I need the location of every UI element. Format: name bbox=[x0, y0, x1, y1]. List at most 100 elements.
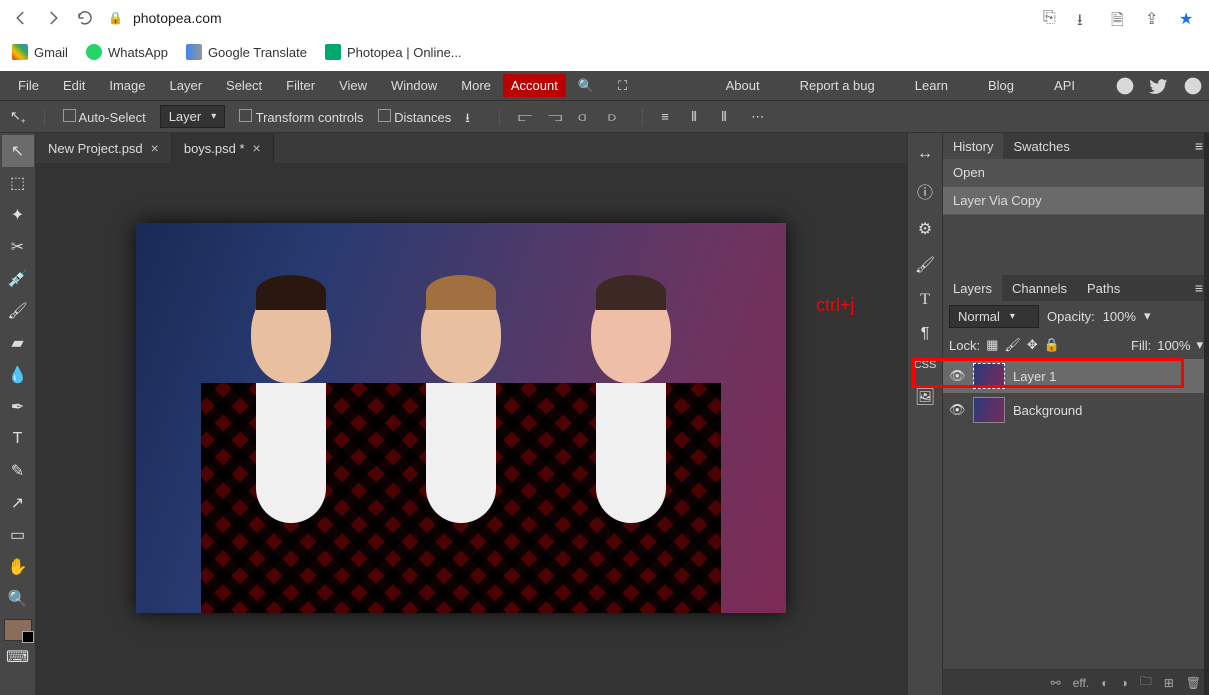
dropdown-icon[interactable]: ▾ bbox=[1196, 337, 1203, 353]
close-icon[interactable]: × bbox=[151, 140, 159, 156]
lock-position-icon[interactable]: ✥ bbox=[1027, 337, 1038, 353]
blur-tool[interactable]: 💧 bbox=[2, 359, 34, 391]
canvas[interactable] bbox=[36, 163, 907, 695]
reddit-icon[interactable] bbox=[1115, 76, 1135, 96]
menu-api[interactable]: API bbox=[1042, 78, 1087, 93]
back-icon[interactable] bbox=[12, 9, 30, 27]
delete-layer-icon[interactable]: 🗑 bbox=[1186, 676, 1201, 690]
eyedropper-tool[interactable]: 💉 bbox=[2, 263, 34, 295]
healing-tool[interactable]: ✎ bbox=[2, 455, 34, 487]
menu-account[interactable]: Account bbox=[503, 74, 566, 97]
tab-boys[interactable]: boys.psd *× bbox=[172, 133, 274, 163]
download-icon[interactable]: ⭳ bbox=[1077, 9, 1095, 27]
menu-window[interactable]: Window bbox=[379, 78, 449, 93]
star-icon[interactable]: ★ bbox=[1179, 9, 1197, 27]
twitter-icon[interactable] bbox=[1149, 76, 1169, 96]
history-item-layer-via-copy[interactable]: Layer Via Copy bbox=[943, 187, 1209, 215]
marquee-tool[interactable]: ⬚ bbox=[2, 167, 34, 199]
image-panel-icon[interactable]: 🖼 bbox=[915, 379, 935, 415]
distribute-h-icon[interactable]: ≡ bbox=[661, 109, 677, 125]
opacity-value[interactable]: 100% bbox=[1103, 309, 1136, 324]
tab-channels[interactable]: Channels bbox=[1002, 275, 1077, 301]
hand-tool[interactable]: ✋ bbox=[2, 551, 34, 583]
page-icon[interactable]: 🗎 bbox=[1111, 9, 1129, 27]
menu-report-bug[interactable]: Report a bug bbox=[788, 78, 887, 93]
adjustment-layer-icon[interactable]: ◑ bbox=[1120, 676, 1127, 690]
distances-checkbox[interactable]: Distances bbox=[378, 109, 452, 125]
menu-filter[interactable]: Filter bbox=[274, 78, 327, 93]
url-bar[interactable]: 🔒 photopea.com bbox=[108, 10, 222, 26]
wand-tool[interactable]: ✦ bbox=[2, 199, 34, 231]
tab-layers[interactable]: Layers bbox=[943, 275, 1002, 301]
bookmark-gmail[interactable]: Gmail bbox=[12, 44, 68, 60]
fullscreen-icon[interactable]: ⛶ bbox=[606, 78, 639, 94]
more-options-icon[interactable]: ⋯ bbox=[751, 109, 767, 125]
bookmark-google-translate[interactable]: Google Translate bbox=[186, 44, 307, 60]
align-center-h-icon[interactable]: ⫎ bbox=[548, 109, 564, 125]
menu-more[interactable]: More bbox=[449, 78, 503, 93]
tab-swatches[interactable]: Swatches bbox=[1003, 133, 1079, 159]
layer-name[interactable]: Background bbox=[1013, 403, 1082, 418]
type-tool[interactable]: T bbox=[2, 423, 34, 455]
crop-tool[interactable]: ✂ bbox=[2, 231, 34, 263]
share-icon[interactable]: ⇪ bbox=[1145, 9, 1163, 27]
shape-tool[interactable]: ▭ bbox=[2, 519, 34, 551]
menu-view[interactable]: View bbox=[327, 78, 379, 93]
transform-controls-checkbox[interactable]: Transform controls bbox=[239, 109, 363, 125]
pen-tool[interactable]: ✒ bbox=[2, 391, 34, 423]
layer-name[interactable]: Layer 1 bbox=[1013, 369, 1056, 384]
place-icon[interactable]: ⭳ bbox=[465, 109, 481, 125]
menu-blog[interactable]: Blog bbox=[976, 78, 1026, 93]
layer-target-dropdown[interactable]: Layer bbox=[160, 105, 226, 128]
close-icon[interactable]: × bbox=[253, 140, 261, 156]
fill-value[interactable]: 100% bbox=[1157, 338, 1190, 353]
distribute-space-icon[interactable]: ⦀ bbox=[721, 109, 737, 125]
lock-all-icon[interactable]: 🔒 bbox=[1044, 337, 1060, 353]
gradient-tool[interactable]: ▰ bbox=[2, 327, 34, 359]
auto-select-checkbox[interactable]: Auto-Select bbox=[63, 109, 146, 125]
brush-panel-icon[interactable]: 🖌 bbox=[915, 247, 935, 283]
color-swatch[interactable] bbox=[4, 619, 32, 641]
visibility-icon[interactable]: 👁 bbox=[949, 402, 965, 418]
link-layers-icon[interactable]: ⚯ bbox=[1051, 676, 1061, 690]
tab-history[interactable]: History bbox=[943, 133, 1003, 159]
info-panel-icon[interactable]: ⓘ bbox=[917, 171, 933, 211]
menu-about[interactable]: About bbox=[714, 78, 772, 93]
paragraph-panel-icon[interactable]: ¶ bbox=[921, 317, 930, 351]
align-left-icon[interactable]: ⫍ bbox=[518, 109, 534, 125]
layer-effects-icon[interactable]: eff. bbox=[1073, 676, 1089, 690]
css-panel-icon[interactable]: CSS bbox=[914, 351, 937, 379]
layer-thumbnail[interactable] bbox=[973, 397, 1005, 423]
facebook-icon[interactable] bbox=[1183, 76, 1203, 96]
bookmark-photopea[interactable]: Photopea | Online... bbox=[325, 44, 462, 60]
search-icon[interactable]: 🔍 bbox=[566, 78, 606, 94]
align-right-icon[interactable]: ⫏ bbox=[578, 109, 594, 125]
bookmark-whatsapp[interactable]: WhatsApp bbox=[86, 44, 168, 60]
adjustments-icon[interactable]: ⚙ bbox=[918, 211, 932, 247]
layer-row-background[interactable]: 👁 Background bbox=[943, 393, 1209, 427]
menu-select[interactable]: Select bbox=[214, 78, 274, 93]
menu-image[interactable]: Image bbox=[97, 78, 157, 93]
brush-tool[interactable]: 🖌 bbox=[2, 295, 34, 327]
new-layer-icon[interactable]: ⊞ bbox=[1164, 676, 1174, 690]
install-icon[interactable]: ⎘ bbox=[1043, 9, 1061, 27]
character-panel-icon[interactable]: T bbox=[920, 283, 930, 317]
layer-mask-icon[interactable]: ◐ bbox=[1101, 676, 1108, 690]
dropdown-icon[interactable]: ▾ bbox=[1144, 308, 1151, 324]
forward-icon[interactable] bbox=[44, 9, 62, 27]
move-tool[interactable]: ↖ bbox=[2, 135, 34, 167]
tab-paths[interactable]: Paths bbox=[1077, 275, 1130, 301]
menu-edit[interactable]: Edit bbox=[51, 78, 97, 93]
reload-icon[interactable] bbox=[76, 9, 94, 27]
distribute-v-icon[interactable]: ⦀ bbox=[691, 109, 707, 125]
zoom-tool[interactable]: 🔍 bbox=[2, 583, 34, 615]
blend-mode-dropdown[interactable]: Normal bbox=[949, 305, 1039, 328]
new-folder-icon[interactable]: 🗀 bbox=[1140, 672, 1152, 693]
menu-file[interactable]: File bbox=[6, 78, 51, 93]
path-select-tool[interactable]: ↗ bbox=[2, 487, 34, 519]
lock-pixels-icon[interactable]: ▦ bbox=[986, 337, 998, 353]
collapse-icon[interactable]: ↔ bbox=[917, 137, 933, 171]
align-top-icon[interactable]: ⫐ bbox=[608, 109, 624, 125]
menu-layer[interactable]: Layer bbox=[158, 78, 215, 93]
keyboard-icon[interactable]: ⌨ bbox=[2, 641, 34, 673]
